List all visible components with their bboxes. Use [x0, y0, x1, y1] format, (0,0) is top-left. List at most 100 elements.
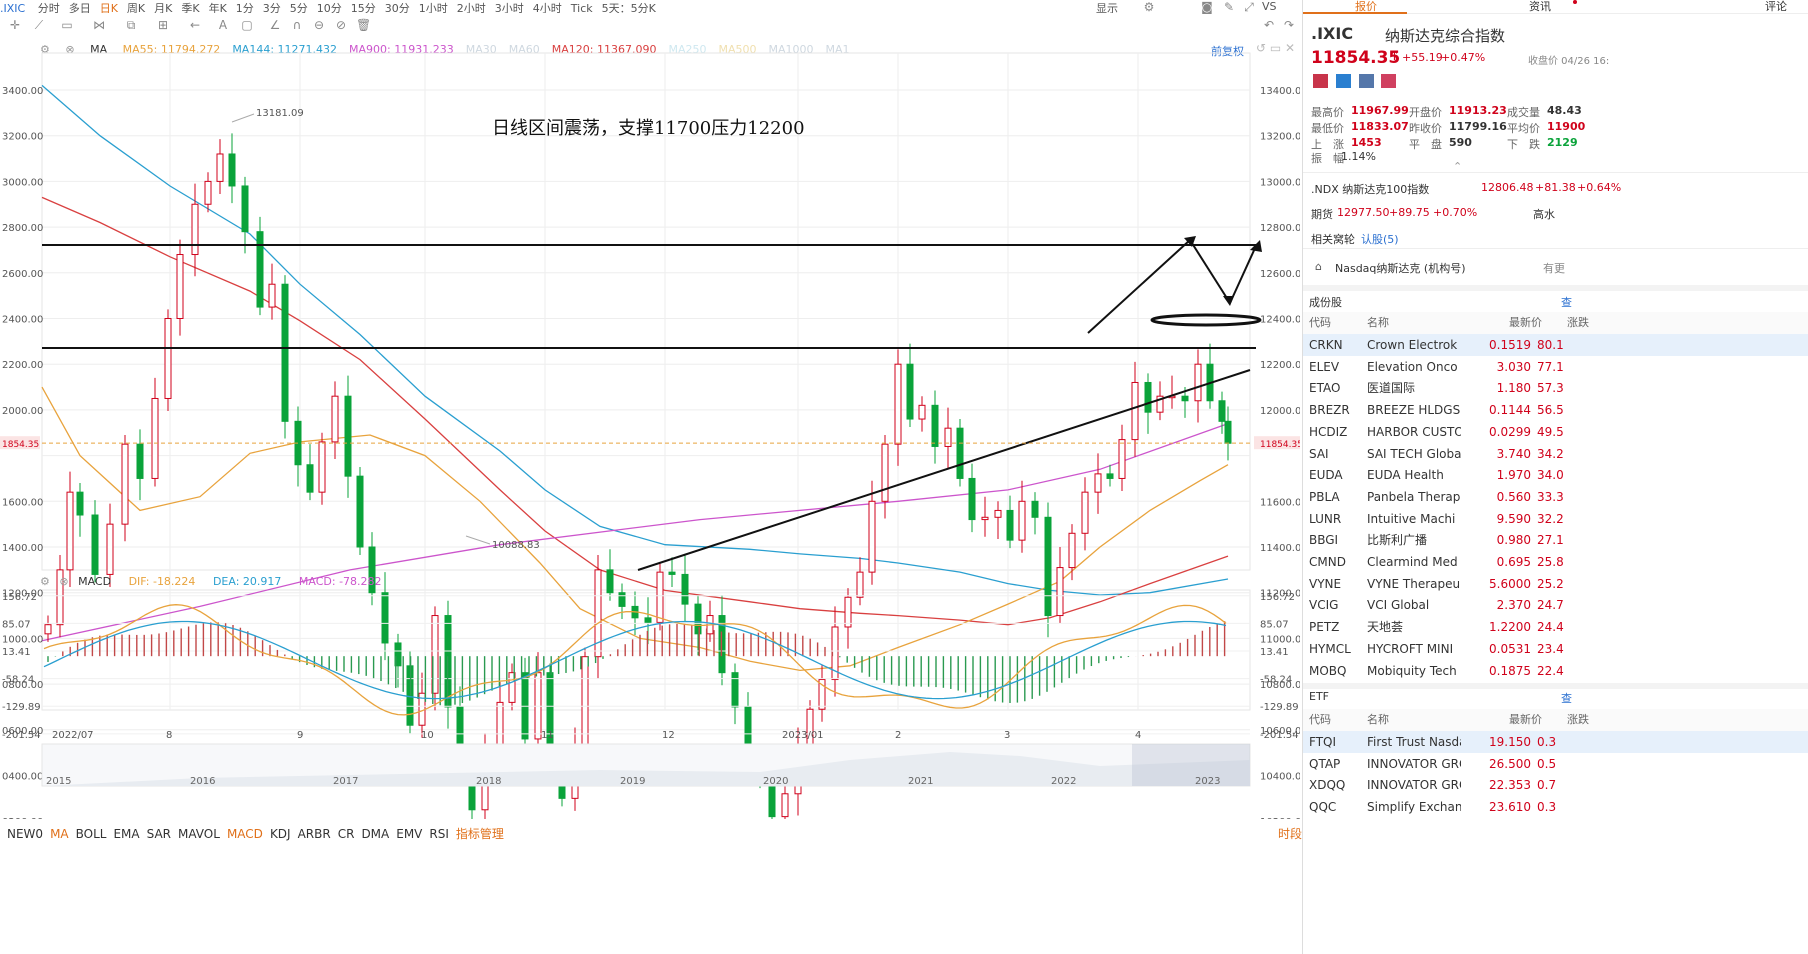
line-tool-icon[interactable]: ⟋	[32, 19, 46, 31]
arrow-rebound-leg[interactable]	[1229, 245, 1257, 304]
etfs-row[interactable]: FTQI First Trust Nasda 19.150 0.3	[1303, 731, 1808, 753]
components-row[interactable]: CMND Clearmind Med 0.695 25.8	[1303, 551, 1808, 573]
vs-button[interactable]: VS	[1262, 0, 1277, 13]
period-12[interactable]: 30分	[385, 0, 410, 13]
indicator-tab-cr[interactable]: CR	[338, 827, 355, 841]
indicator-tab-arbr[interactable]: ARBR	[298, 827, 331, 841]
kline-chart[interactable]: 3400.00 13400.00 3200.00 13200.00 3000.00 130…	[0, 37, 1300, 819]
display-menu[interactable]: 显示	[1096, 0, 1118, 13]
period-9[interactable]: 5分	[290, 0, 308, 13]
etf-more[interactable]: 查	[1561, 690, 1572, 706]
components-col-1[interactable]: 名称	[1367, 312, 1389, 334]
indicator-tab-rsi[interactable]: RSI	[429, 827, 449, 841]
settings-icon[interactable]: ⚙	[40, 575, 50, 588]
indicator-tab-kdj[interactable]: KDJ	[270, 827, 291, 841]
components-col-2[interactable]: 最新价	[1509, 312, 1542, 334]
period-4[interactable]: 月K	[154, 0, 172, 13]
period-11[interactable]: 15分	[351, 0, 376, 13]
close-icon[interactable]: ⊗	[59, 575, 68, 588]
indicator-tab-ma[interactable]: MA	[50, 827, 69, 841]
redo-icon[interactable]: ↷	[1282, 19, 1296, 31]
magnet-icon[interactable]: ∩	[290, 19, 304, 31]
camera-icon[interactable]: ◙	[1200, 1, 1214, 13]
lock-icon[interactable]: ⊖	[312, 19, 326, 31]
indicator-tab-sar[interactable]: SAR	[147, 827, 171, 841]
components-col-3[interactable]: 涨跌	[1567, 312, 1589, 334]
period-toggle[interactable]: 时段	[1278, 825, 1302, 842]
indicator-tab-mavol[interactable]: MAVOL	[178, 827, 220, 841]
ndx-label[interactable]: .NDX 纳斯达克100指数	[1311, 181, 1429, 197]
channel-tool-icon[interactable]: ⧉	[124, 19, 138, 31]
indicator-tab-dma[interactable]: DMA	[361, 827, 389, 841]
period-18[interactable]: 5天：5分K	[602, 0, 656, 13]
components-row[interactable]: LUNR Intuitive Machi 9.590 32.2	[1303, 508, 1808, 530]
components-more[interactable]: 查	[1561, 294, 1572, 310]
components-row[interactable]: BREZR BREEZE HLDGS 0.1144 56.5	[1303, 399, 1808, 421]
period-14[interactable]: 2小时	[457, 0, 486, 13]
period-13[interactable]: 1小时	[419, 0, 448, 13]
pen-icon[interactable]: ✎	[1222, 1, 1236, 13]
etfs-row[interactable]: QTAP INNOVATOR GRO 26.500 0.5	[1303, 753, 1808, 775]
overview-window[interactable]	[1132, 744, 1250, 786]
tab-news[interactable]: 资讯	[1529, 0, 1551, 14]
etfs-col-0[interactable]: 代码	[1309, 709, 1331, 731]
arrow-down-leg[interactable]	[1189, 239, 1231, 304]
lightning-icon[interactable]	[1335, 74, 1351, 88]
components-row[interactable]: PETZ 天地荟 1.2200 24.4	[1303, 616, 1808, 638]
components-row[interactable]: ELEV Elevation Onco 3.030 77.1	[1303, 356, 1808, 378]
settings-icon[interactable]: ⚙	[1142, 1, 1156, 13]
components-row[interactable]: VYNE VYNE Therapeu 5.6000 25.2	[1303, 573, 1808, 595]
undo-icon[interactable]: ↶	[1262, 19, 1276, 31]
components-row[interactable]: PBLA Panbela Therap 0.560 33.3	[1303, 486, 1808, 508]
etfs-col-2[interactable]: 最新价	[1509, 709, 1542, 731]
components-row[interactable]: SAI SAI TECH Globa 3.740 34.2	[1303, 443, 1808, 465]
indicator-tab-指标管理[interactable]: 指标管理	[456, 825, 504, 842]
fund-label[interactable]: Nasdaq纳斯达克 (机构号)	[1335, 260, 1466, 276]
period-17[interactable]: Tick	[571, 2, 593, 13]
etfs-col-3[interactable]: 涨跌	[1567, 709, 1589, 731]
crosshair-icon[interactable]: ✛	[8, 19, 22, 31]
etfs-row[interactable]: QQC Simplify Exchange 23.610 0.3	[1303, 796, 1808, 818]
macd-name[interactable]: MACD	[78, 575, 111, 588]
period-6[interactable]: 年K	[209, 0, 227, 13]
angle-tool-icon[interactable]: ∠	[268, 19, 282, 31]
text-tool-icon[interactable]: A	[216, 19, 230, 31]
period-7[interactable]: 1分	[236, 0, 254, 13]
ascending-trendline[interactable]	[637, 369, 1251, 571]
components-row[interactable]: EUDA EUDA Health 1.970 34.0	[1303, 464, 1808, 486]
components-row[interactable]: ETAO 医道国际 1.180 57.3	[1303, 377, 1808, 399]
indicator-tab-boll[interactable]: BOLL	[76, 827, 107, 841]
fib-tool-icon[interactable]: ⋈	[92, 19, 106, 31]
components-col-0[interactable]: 代码	[1309, 312, 1331, 334]
tab-comments[interactable]: 评论	[1765, 0, 1787, 14]
indicator-tab-new0[interactable]: NEW0	[7, 827, 43, 841]
arrow-tool-icon[interactable]: ←	[188, 19, 202, 31]
period-8[interactable]: 3分	[263, 0, 281, 13]
fullscreen-icon[interactable]: ⤢	[1242, 1, 1256, 13]
indicator-tab-macd[interactable]: MACD	[227, 827, 263, 841]
indicator-tab-ema[interactable]: EMA	[113, 827, 139, 841]
components-row[interactable]: HCDIZ HARBOR CUSTO 0.0299 49.5	[1303, 421, 1808, 443]
note-tool-icon[interactable]: ▢	[240, 19, 254, 31]
period-1[interactable]: 多日	[69, 0, 91, 13]
chart-annotation-text[interactable]: 日线区间震荡，支撑11700压力12200	[492, 114, 805, 140]
measure-tool-icon[interactable]: ⊞	[156, 19, 170, 31]
period-16[interactable]: 4小时	[533, 0, 562, 13]
components-row[interactable]: CRKN Crown Electrok 0.1519 80.1	[1303, 334, 1808, 356]
related-link[interactable]: 认股(5)	[1361, 231, 1399, 247]
arrow-up-leg[interactable]	[1087, 239, 1191, 334]
period-2[interactable]: 日K	[100, 0, 118, 13]
fund-more[interactable]: 有更	[1543, 260, 1565, 276]
hide-icon[interactable]: ⊘	[334, 19, 348, 31]
period-0[interactable]: 分时	[38, 0, 60, 13]
components-row[interactable]: MOBQ Mobiquity Tech 0.1875 22.4	[1303, 660, 1808, 682]
support-ellipse[interactable]	[1150, 313, 1262, 327]
notes-icon[interactable]	[1358, 74, 1374, 88]
rect-tool-icon[interactable]: ▭	[60, 19, 74, 31]
trash-icon[interactable]: 🗑	[356, 19, 371, 31]
heart-icon[interactable]	[1381, 74, 1397, 88]
period-15[interactable]: 3小时	[495, 0, 524, 13]
components-row[interactable]: BBGI 比斯利广播 0.980 27.1	[1303, 529, 1808, 551]
components-row[interactable]: HYMCL HYCROFT MINI 0.0531 23.4	[1303, 638, 1808, 660]
period-10[interactable]: 10分	[317, 0, 342, 13]
